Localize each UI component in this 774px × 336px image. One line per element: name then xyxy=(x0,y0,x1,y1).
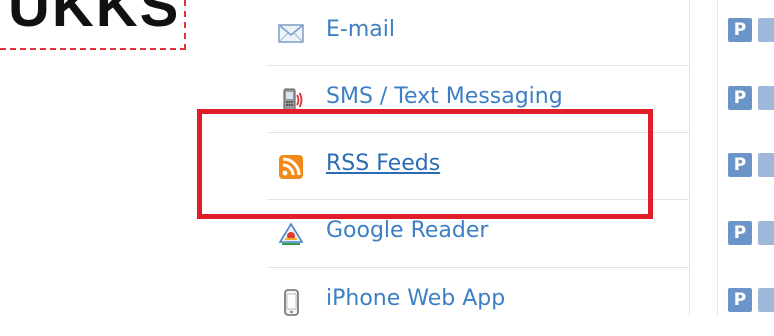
list-item-label-sms[interactable]: SMS / Text Messaging xyxy=(326,84,563,109)
dotted-border-right xyxy=(184,0,186,50)
badge-p[interactable]: P xyxy=(728,86,774,110)
list-item-label-iphone[interactable]: iPhone Web App xyxy=(326,286,505,311)
dotted-border-bottom xyxy=(0,48,186,50)
iphone-icon xyxy=(277,288,305,316)
badge-p[interactable]: P xyxy=(728,153,774,177)
side-column: P P P P P xyxy=(717,0,774,316)
list-item-iphone[interactable]: iPhone Web App xyxy=(267,267,689,336)
list-item-label-google-reader[interactable]: Google Reader xyxy=(326,218,488,243)
email-icon xyxy=(277,19,305,47)
page-heading: UKKS xyxy=(8,0,181,39)
badge-p[interactable]: P xyxy=(728,18,774,42)
highlight-box xyxy=(197,109,653,219)
badge-p[interactable]: P xyxy=(728,288,774,312)
google-reader-icon xyxy=(277,220,305,248)
badge-p[interactable]: P xyxy=(728,221,774,245)
list-item-email[interactable]: E-mail xyxy=(267,0,689,67)
list-item-label-email[interactable]: E-mail xyxy=(326,17,395,42)
